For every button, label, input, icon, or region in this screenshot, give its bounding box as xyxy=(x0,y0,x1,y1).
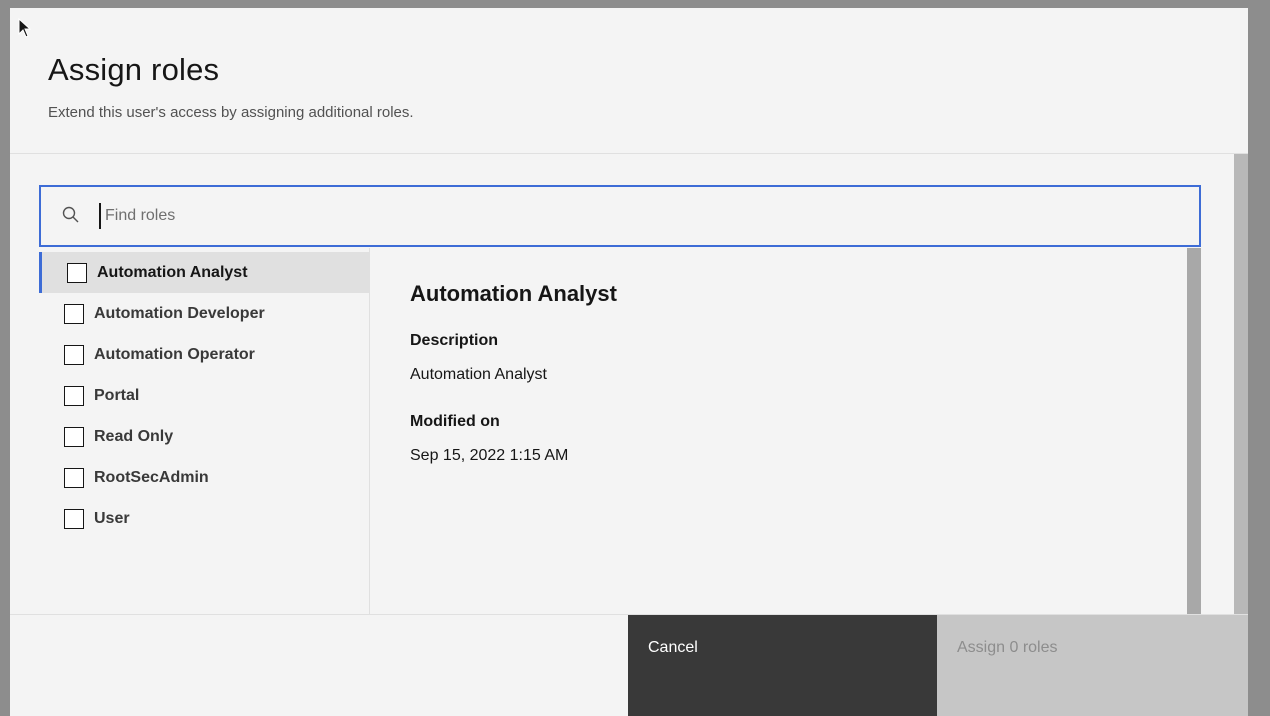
modal-subtitle: Extend this user's access by assigning a… xyxy=(48,104,414,121)
modal-title: Assign roles xyxy=(48,52,220,87)
role-search xyxy=(39,185,1201,247)
modified-value: Sep 15, 2022 1:15 AM xyxy=(410,447,569,464)
role-label: Portal xyxy=(94,386,140,404)
checkbox[interactable] xyxy=(64,344,84,365)
roles-list: Automation Analyst Automation Developer … xyxy=(39,248,370,614)
modal-footer: Cancel Assign 0 roles xyxy=(10,614,1248,716)
role-item-automation-analyst[interactable]: Automation Analyst xyxy=(39,252,370,293)
checkbox[interactable] xyxy=(64,467,84,488)
role-label: RootSecAdmin xyxy=(94,468,209,486)
modified-label: Modified on xyxy=(410,413,500,430)
assign-roles-button[interactable]: Assign 0 roles xyxy=(937,615,1248,716)
detail-title: Automation Analyst xyxy=(410,281,617,306)
description-value: Automation Analyst xyxy=(410,366,547,383)
role-label: Automation Developer xyxy=(94,304,265,322)
role-item-automation-developer[interactable]: Automation Developer xyxy=(39,293,370,334)
checkbox[interactable] xyxy=(64,385,84,406)
description-label: Description xyxy=(410,332,499,349)
role-label: Automation Operator xyxy=(94,345,255,363)
role-item-read-only[interactable]: Read Only xyxy=(39,416,370,457)
checkbox[interactable] xyxy=(64,303,84,324)
role-item-rootsecadmin[interactable]: RootSecAdmin xyxy=(39,457,370,498)
search-input[interactable] xyxy=(99,203,1179,229)
assign-roles-modal: Assign roles Extend this user's access b… xyxy=(10,8,1248,716)
role-item-automation-operator[interactable]: Automation Operator xyxy=(39,334,370,375)
checkbox[interactable] xyxy=(67,262,87,283)
checkbox[interactable] xyxy=(64,508,84,529)
role-item-user[interactable]: User xyxy=(39,498,370,539)
search-icon xyxy=(62,206,79,223)
cancel-button[interactable]: Cancel xyxy=(628,615,937,716)
role-item-portal[interactable]: Portal xyxy=(39,375,370,416)
detail-scrollbar[interactable] xyxy=(1187,248,1201,614)
role-label: User xyxy=(94,509,130,527)
checkbox[interactable] xyxy=(64,426,84,447)
role-label: Read Only xyxy=(94,427,174,445)
mouse-cursor-icon xyxy=(18,18,32,38)
role-label: Automation Analyst xyxy=(97,263,248,281)
modal-scrollbar[interactable] xyxy=(1234,154,1248,614)
modal-header: Assign roles Extend this user's access b… xyxy=(10,8,1248,154)
role-detail-panel: Automation Analyst Description Automatio… xyxy=(370,248,1187,614)
